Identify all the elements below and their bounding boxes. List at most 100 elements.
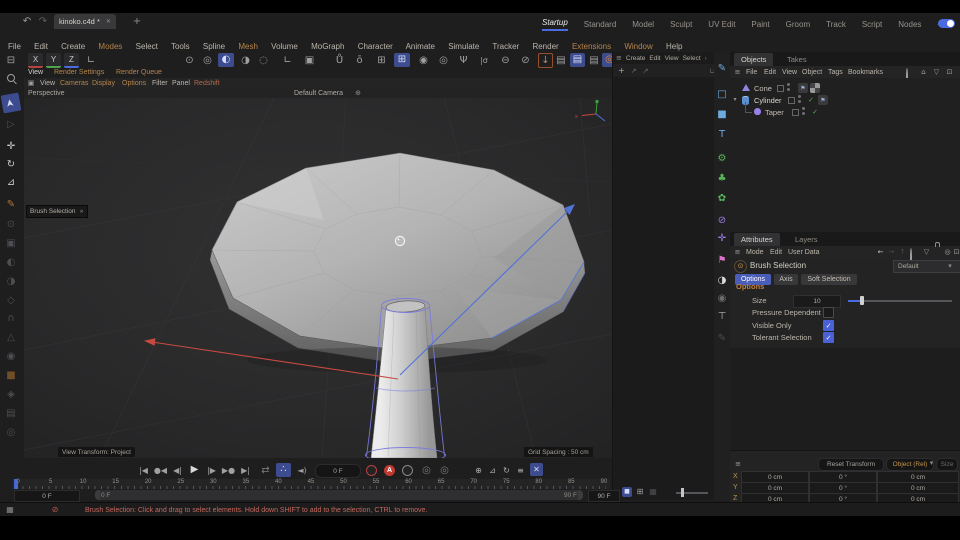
- preview-list-icon[interactable]: ▦: [648, 487, 658, 497]
- spline-primitive-icon[interactable]: □: [715, 88, 729, 102]
- cloner-icon[interactable]: ♣: [715, 172, 729, 186]
- menu-create[interactable]: Create: [61, 42, 85, 51]
- om-menu-edit[interactable]: Edit: [764, 69, 776, 76]
- layout-tab-startup[interactable]: Startup: [542, 18, 568, 31]
- simulate-icon[interactable]: ⊙: [182, 54, 197, 67]
- section-options[interactable]: Options: [736, 283, 764, 291]
- playhead[interactable]: [14, 479, 18, 489]
- coord-mode-dropdown[interactable]: Object (Rel): [886, 458, 934, 471]
- render-picture-viewer-icon[interactable]: ▤: [570, 53, 585, 67]
- y-axis-lock-button[interactable]: Y: [46, 53, 61, 68]
- point-mode-icon[interactable]: ◇: [2, 294, 20, 308]
- layout-tab-script[interactable]: Script: [862, 20, 882, 29]
- layout-tab-uvedit[interactable]: UV Edit: [708, 20, 735, 29]
- subtab-soft-selection[interactable]: Soft Selection: [801, 274, 857, 285]
- camera-label[interactable]: Default Camera: [294, 90, 343, 97]
- gui-drawer-icon[interactable]: ⊟: [3, 54, 19, 67]
- prev-key-button[interactable]: ●◀: [153, 464, 168, 477]
- timeline-ruler[interactable]: 0 5 10 15 20 25 30 35 40 45 50 55 60 65 …: [12, 479, 610, 489]
- vp-menu-options[interactable]: Options: [122, 80, 146, 87]
- z-axis-lock-button[interactable]: Z: [64, 53, 79, 68]
- generator-icon[interactable]: ⚙: [715, 152, 729, 166]
- status-menu-icon[interactable]: ▦: [4, 506, 16, 514]
- panel-menu-icon[interactable]: ▣: [26, 79, 36, 87]
- new-tab-icon[interactable]: +: [131, 16, 143, 28]
- text-object-icon[interactable]: T: [715, 128, 729, 142]
- viewport-layout-icon[interactable]: ▣: [302, 54, 317, 67]
- record-rotation-toggle[interactable]: ↻: [500, 464, 513, 477]
- keyframe-mode-button[interactable]: ∴: [276, 463, 291, 477]
- axis-settings-icon[interactable]: |σ: [476, 54, 492, 67]
- record-position-toggle[interactable]: ⊕: [472, 464, 485, 477]
- camera-mode-icon[interactable]: ▤: [2, 407, 20, 421]
- xray-icon[interactable]: ⊘: [518, 54, 533, 67]
- tab-layers[interactable]: Layers: [788, 233, 825, 246]
- view-label[interactable]: Perspective: [28, 90, 65, 97]
- layout-tab-sculpt[interactable]: Sculpt: [670, 20, 692, 29]
- record-objects-icon[interactable]: ◎: [420, 464, 433, 477]
- grid-icon[interactable]: ⊞: [374, 54, 389, 67]
- render-settings-icon[interactable]: ▤: [587, 54, 601, 67]
- polygon-mode-icon[interactable]: △: [2, 331, 20, 345]
- redo-icon[interactable]: ↷: [36, 16, 50, 28]
- snap-enabled-icon[interactable]: ⊞: [394, 53, 410, 67]
- reset-transform-button[interactable]: Reset Transform: [818, 458, 884, 471]
- texture-tag[interactable]: [810, 83, 820, 93]
- forward-icon[interactable]: →: [887, 248, 896, 256]
- tree-row-cone[interactable]: Cone ⚑: [730, 82, 960, 94]
- rotate-tool[interactable]: ↻: [2, 158, 20, 172]
- play-button[interactable]: ▶: [187, 463, 202, 477]
- cb-menu-edit[interactable]: Edit: [649, 55, 660, 62]
- menu-volume[interactable]: Volume: [271, 42, 298, 51]
- tree-row-cylinder[interactable]: ▾ Cylinder ✓ ⚑: [730, 94, 960, 106]
- menu-tracker[interactable]: Tracker: [492, 42, 519, 51]
- visibility-dots[interactable]: [798, 95, 801, 105]
- vp-menu-redshift[interactable]: Redshift: [194, 80, 220, 87]
- coordinate-system-icon[interactable]: ∟: [84, 54, 98, 67]
- menu-mesh[interactable]: Mesh: [238, 42, 258, 51]
- menu-tools[interactable]: Tools: [171, 42, 190, 51]
- capsule-icon[interactable]: ↓: [538, 53, 553, 68]
- vp-menu-filter[interactable]: Filter: [152, 80, 168, 87]
- expand-icon[interactable]: ▾: [731, 96, 739, 104]
- om-menu-bookmarks[interactable]: Bookmarks: [848, 69, 883, 76]
- enabled-check-icon[interactable]: ✓: [810, 107, 820, 117]
- menu-spline[interactable]: Spline: [203, 42, 225, 51]
- model-mode-icon[interactable]: ▣: [2, 237, 20, 251]
- add-icon[interactable]: +: [618, 66, 625, 75]
- material-icon[interactable]: ◑: [715, 274, 729, 288]
- layer-toggle[interactable]: [792, 109, 799, 116]
- solo-single-icon[interactable]: ◐: [218, 53, 234, 67]
- cage-up-icon[interactable]: Ů: [332, 54, 347, 67]
- coord-hamburger-icon[interactable]: ≡: [733, 460, 743, 468]
- tab-objects[interactable]: Objects: [734, 53, 774, 66]
- vp-menu-view[interactable]: View: [40, 80, 55, 87]
- preview-grid-icon[interactable]: ⊞: [635, 487, 645, 497]
- subtract-mode-icon[interactable]: ⊖: [498, 54, 513, 67]
- layout-tab-model[interactable]: Model: [632, 20, 654, 29]
- uv-mode-icon[interactable]: ◑: [2, 275, 20, 289]
- menu-select[interactable]: Select: [136, 42, 158, 51]
- workplane-icon[interactable]: ∟: [280, 54, 295, 67]
- hud-close-icon[interactable]: ✕: [80, 209, 84, 215]
- range-handle-left[interactable]: [95, 490, 100, 500]
- sculpt-mode-icon[interactable]: ◉: [2, 350, 20, 364]
- isoline-icon[interactable]: ◌: [256, 54, 271, 67]
- tolerant-checkbox[interactable]: ✓: [823, 332, 834, 343]
- tab-view[interactable]: View: [28, 69, 43, 76]
- solo-viewport-icon[interactable]: ▷: [2, 118, 20, 132]
- light-create-icon[interactable]: ⊤: [715, 310, 729, 324]
- visibility-dots[interactable]: [787, 83, 790, 93]
- goto-start-button[interactable]: |◀: [136, 464, 151, 477]
- menu-extensions[interactable]: Extensions: [572, 42, 611, 51]
- edge-mode-icon[interactable]: ∩: [2, 312, 20, 326]
- up-icon[interactable]: ↑: [898, 248, 907, 256]
- autokey-button[interactable]: A: [384, 465, 395, 476]
- document-tab[interactable]: kinoko.c4d * ✕: [54, 14, 116, 29]
- attr-window-icon[interactable]: ⊡: [952, 248, 960, 256]
- menu-character[interactable]: Character: [358, 42, 393, 51]
- cage-down-icon[interactable]: ō: [352, 54, 367, 67]
- om-home-icon[interactable]: ⌂: [919, 68, 928, 76]
- arrow-ne2-icon[interactable]: ↗: [643, 67, 649, 75]
- layer-toggle[interactable]: [777, 85, 784, 92]
